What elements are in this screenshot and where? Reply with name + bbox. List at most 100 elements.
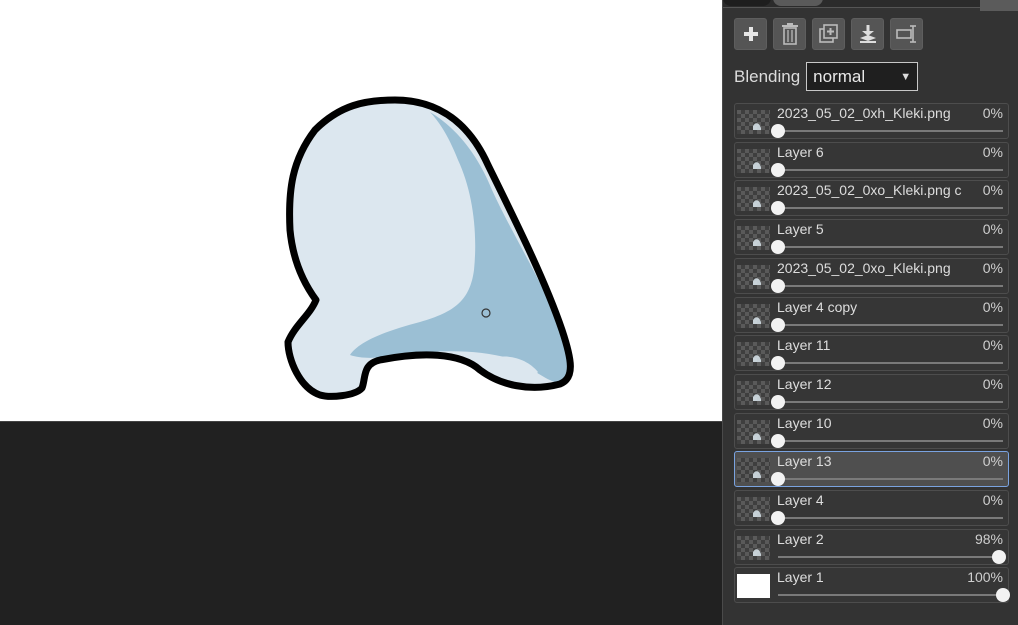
- layer-name[interactable]: 2023_05_02_0xo_Kleki.png c: [777, 182, 967, 198]
- layer-opacity-slider[interactable]: [771, 124, 1003, 138]
- rename-icon: [895, 25, 916, 43]
- slider-handle[interactable]: [771, 434, 785, 448]
- layer-row[interactable]: Layer 12 0%: [734, 374, 1009, 410]
- slider-handle[interactable]: [771, 472, 785, 486]
- slider-handle[interactable]: [771, 395, 785, 409]
- slider-handle[interactable]: [771, 201, 785, 215]
- layer-name[interactable]: Layer 11: [777, 337, 967, 353]
- layer-opacity-slider[interactable]: [771, 356, 1003, 370]
- layer-row[interactable]: Layer 4 0%: [734, 490, 1009, 526]
- layer-name[interactable]: Layer 1: [777, 569, 967, 585]
- layer-opacity-value: 0%: [982, 376, 1003, 392]
- layer-opacity-value: 98%: [974, 531, 1003, 547]
- layer-opacity-slider[interactable]: [771, 279, 1003, 293]
- layer-opacity-value: 0%: [982, 105, 1003, 121]
- layer-name[interactable]: Layer 10: [777, 415, 967, 431]
- layer-thumbnail[interactable]: [737, 420, 770, 444]
- layer-row[interactable]: Layer 10 0%: [734, 413, 1009, 449]
- layer-row[interactable]: Layer 6 0%: [734, 142, 1009, 178]
- trash-icon: [781, 23, 798, 45]
- add-layer-button[interactable]: [734, 18, 767, 50]
- layer-opacity-slider[interactable]: [771, 395, 1003, 409]
- layer-opacity-value: 0%: [982, 453, 1003, 469]
- layer-opacity-value: 0%: [982, 182, 1003, 198]
- slider-handle[interactable]: [771, 163, 785, 177]
- duplicate-layer-button[interactable]: [812, 18, 845, 50]
- layer-thumbnail[interactable]: [737, 304, 770, 328]
- layer-row[interactable]: 2023_05_02_0xo_Kleki.png c 0%: [734, 180, 1009, 216]
- layer-name[interactable]: Layer 5: [777, 221, 967, 237]
- slider-handle[interactable]: [771, 279, 785, 293]
- layer-name[interactable]: Layer 4 copy: [777, 299, 967, 315]
- layer-row[interactable]: Layer 11 0%: [734, 335, 1009, 371]
- slider-handle[interactable]: [771, 318, 785, 332]
- layer-name[interactable]: Layer 13: [777, 453, 967, 469]
- slider-handle[interactable]: [771, 356, 785, 370]
- tab-3[interactable]: [980, 0, 1018, 11]
- slider-handle[interactable]: [996, 588, 1010, 602]
- layer-opacity-value: 0%: [982, 337, 1003, 353]
- layer-row[interactable]: Layer 2 98%: [734, 529, 1009, 565]
- layer-opacity-slider[interactable]: [771, 434, 1003, 448]
- layer-thumbnail[interactable]: [737, 574, 770, 598]
- layer-thumbnail[interactable]: [737, 226, 770, 250]
- merge-down-button[interactable]: [851, 18, 884, 50]
- tab-1[interactable]: [723, 0, 771, 6]
- slider-handle[interactable]: [771, 124, 785, 138]
- merge-down-icon: [859, 25, 876, 43]
- blending-row: Blending normal ▼: [734, 62, 919, 91]
- layer-opacity-value: 0%: [982, 415, 1003, 431]
- layer-opacity-slider[interactable]: [778, 588, 1010, 602]
- layer-opacity-slider[interactable]: [778, 550, 1006, 564]
- layer-name[interactable]: 2023_05_02_0xh_Kleki.png: [777, 105, 967, 121]
- tab-2[interactable]: [773, 0, 823, 6]
- layer-name[interactable]: Layer 4: [777, 492, 967, 508]
- layer-row[interactable]: Layer 4 copy 0%: [734, 297, 1009, 333]
- layer-opacity-slider[interactable]: [771, 472, 1003, 486]
- layer-thumbnail[interactable]: [737, 497, 770, 521]
- layer-opacity-slider[interactable]: [771, 163, 1003, 177]
- layer-name[interactable]: 2023_05_02_0xo_Kleki.png: [777, 260, 967, 276]
- layer-opacity-value: 0%: [982, 221, 1003, 237]
- slider-handle[interactable]: [771, 240, 785, 254]
- canvas-workspace[interactable]: [0, 0, 722, 625]
- layer-opacity-slider[interactable]: [771, 201, 1003, 215]
- drawing-canvas[interactable]: [0, 0, 722, 422]
- layer-toolbar: [734, 18, 923, 50]
- layer-opacity-slider[interactable]: [771, 240, 1003, 254]
- panel-tab-strip: [723, 0, 1018, 11]
- layer-opacity-slider[interactable]: [771, 511, 1003, 525]
- layer-thumbnail[interactable]: [737, 110, 770, 134]
- blending-value: normal: [813, 66, 866, 86]
- layers-panel: Blending normal ▼ 2023_05_02_0xh_Kleki.p…: [722, 0, 1018, 625]
- slider-handle[interactable]: [991, 550, 1006, 564]
- layer-opacity-value: 100%: [967, 569, 1003, 585]
- layer-row[interactable]: 2023_05_02_0xh_Kleki.png 0%: [734, 103, 1009, 139]
- layer-name[interactable]: Layer 12: [777, 376, 967, 392]
- layer-opacity-value: 0%: [982, 299, 1003, 315]
- layer-row[interactable]: Layer 13 0%: [734, 451, 1009, 487]
- layer-thumbnail[interactable]: [737, 381, 770, 405]
- rename-layer-button[interactable]: [890, 18, 923, 50]
- drawing-artwork: [284, 96, 574, 400]
- duplicate-icon: [818, 24, 838, 43]
- layer-opacity-slider[interactable]: [771, 318, 1003, 332]
- layer-thumbnail[interactable]: [737, 265, 770, 289]
- delete-layer-button[interactable]: [773, 18, 806, 50]
- blending-label: Blending: [734, 66, 801, 86]
- layer-thumbnail[interactable]: [737, 458, 770, 482]
- layer-thumbnail[interactable]: [737, 149, 770, 173]
- layer-opacity-value: 0%: [982, 144, 1003, 160]
- slider-handle[interactable]: [771, 511, 785, 525]
- layer-thumbnail[interactable]: [737, 187, 770, 211]
- layer-name[interactable]: Layer 2: [777, 531, 967, 547]
- layer-row[interactable]: Layer 1 100%: [734, 567, 1010, 603]
- layer-row[interactable]: 2023_05_02_0xo_Kleki.png 0%: [734, 258, 1009, 294]
- layer-thumbnail[interactable]: [737, 342, 770, 366]
- layer-opacity-value: 0%: [982, 492, 1003, 508]
- layer-opacity-value: 0%: [982, 260, 1003, 276]
- blending-select[interactable]: normal ▼: [806, 62, 919, 91]
- layer-thumbnail[interactable]: [737, 536, 770, 560]
- layer-row[interactable]: Layer 5 0%: [734, 219, 1009, 255]
- layer-name[interactable]: Layer 6: [777, 144, 967, 160]
